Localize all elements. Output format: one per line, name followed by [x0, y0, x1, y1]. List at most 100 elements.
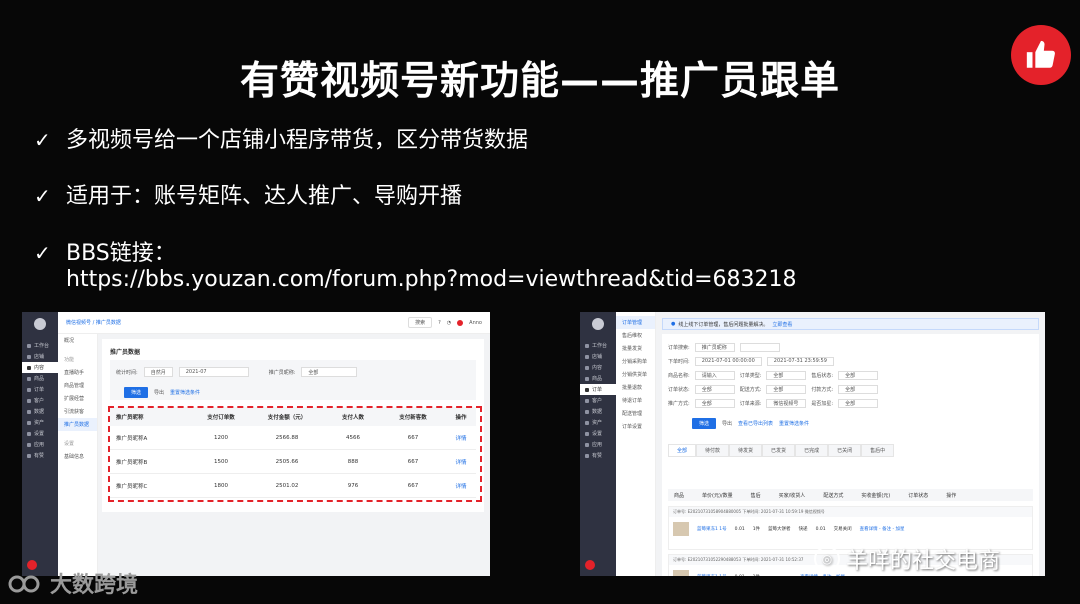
reset-filter-link[interactable]: 重置筛选条件 — [779, 420, 809, 427]
sub-nav-item[interactable]: 直播助手 — [58, 366, 97, 379]
order-tab[interactable]: 全部 — [668, 444, 697, 457]
order-card: 订单搜索: 推广员昵称 下单时间: 2021-07-01 00:00:00 2021-0… — [662, 334, 1039, 576]
side-nav-item[interactable]: 客户 — [580, 395, 616, 406]
sub-nav-item[interactable]: 分销供货单 — [616, 368, 655, 381]
order-tab[interactable]: 已完成 — [795, 444, 829, 457]
filter-select[interactable]: 全部 — [694, 398, 735, 408]
side-nav-item[interactable]: 商品 — [22, 373, 58, 384]
detail-link[interactable]: 详情 — [440, 434, 476, 442]
side-nav-item[interactable]: 设置 — [580, 428, 616, 439]
filter-select[interactable]: 全部 — [766, 384, 807, 394]
sub-nav-item[interactable]: 售后维权 — [616, 329, 655, 342]
help-icon[interactable]: ? — [438, 320, 441, 326]
side-nav-item[interactable]: 应用 — [22, 439, 58, 450]
side-nav-item[interactable]: 数据 — [22, 406, 58, 417]
filter-select[interactable] — [739, 342, 780, 352]
side-nav-item[interactable]: 客户 — [22, 395, 58, 406]
avatar[interactable] — [585, 560, 595, 570]
export-button[interactable]: 导出 — [154, 389, 164, 396]
sub-nav-group: 功能 — [64, 357, 75, 363]
side-nav-item[interactable]: 应用 — [580, 439, 616, 450]
filter-select[interactable]: 全部 — [838, 398, 879, 408]
filter-button[interactable]: 筛选 — [692, 418, 717, 429]
order-tab[interactable]: 待付款 — [696, 444, 730, 457]
filter-select[interactable]: 全部 — [694, 384, 735, 394]
side-nav-item[interactable]: 数据 — [580, 406, 616, 417]
sub-nav-item[interactable]: 分销采购单 — [616, 355, 655, 368]
side-nav-item[interactable]: 订单 — [22, 384, 58, 395]
user-name[interactable]: Anno — [469, 320, 482, 326]
sub-nav-item[interactable]: 订单设置 — [616, 420, 655, 433]
avatar[interactable] — [457, 319, 464, 326]
sub-nav-item[interactable]: 配送管理 — [616, 407, 655, 420]
sub-nav-item[interactable]: 商品管理 — [58, 379, 97, 392]
column-header[interactable]: 推广员昵称 — [110, 413, 188, 421]
filter-select[interactable]: 全部 — [766, 370, 807, 380]
filter-select[interactable]: 全部 — [838, 384, 879, 394]
product-name[interactable]: 蓝莓果冻1 1号 — [697, 574, 727, 576]
promoter-select[interactable]: 全部 — [301, 367, 358, 377]
time-mode-select[interactable]: 自然月 — [143, 367, 173, 377]
month-picker[interactable]: 2021-07 — [178, 367, 249, 377]
side-nav-item[interactable]: 资产 — [580, 417, 616, 428]
product-thumbnail[interactable] — [673, 522, 689, 536]
column-header[interactable]: 支付金额（元） — [248, 413, 320, 421]
reset-filter-link[interactable]: 重置筛选条件 — [170, 389, 200, 396]
filter-box: 统计时间: 自然月 2021-07 推广员昵称: 全部 筛选 导出 重置筛选条件 — [110, 360, 476, 400]
filter-select[interactable]: 微信视频号 — [766, 398, 807, 408]
order-tab[interactable]: 待发货 — [729, 444, 763, 457]
sub-nav-item[interactable]: 推广员数据 — [58, 418, 97, 431]
product-name[interactable]: 蓝莓果冻1 1号 — [697, 526, 727, 532]
product-thumbnail[interactable] — [673, 570, 689, 576]
order-tab[interactable]: 已关闭 — [828, 444, 862, 457]
sub-nav-item[interactable]: 待退订单 — [616, 394, 655, 407]
filter-button[interactable]: 筛选 — [124, 387, 149, 398]
nav-icon — [27, 442, 31, 447]
detail-link[interactable]: 详情 — [440, 482, 476, 490]
filter-select[interactable]: 推广员昵称 — [694, 342, 735, 352]
filter-select[interactable]: 2021-07-31 23:59:59 — [766, 356, 834, 366]
sub-nav-item[interactable]: 扩展经营 — [58, 392, 97, 405]
side-nav-item[interactable]: 工作台 — [22, 340, 58, 351]
side-nav-item[interactable]: 店铺 — [22, 351, 58, 362]
column-header[interactable]: 支付订单数 — [188, 413, 248, 421]
side-nav-item[interactable]: 店铺 — [580, 351, 616, 362]
sub-nav-item[interactable]: 订单管理 — [616, 316, 655, 329]
side-nav-item[interactable]: 工作台 — [580, 340, 616, 351]
detail-link[interactable]: 详情 — [440, 458, 476, 466]
sub-nav-item[interactable]: 批量退款 — [616, 381, 655, 394]
side-nav-item[interactable]: 商品 — [580, 373, 616, 384]
sub-nav-item[interactable]: 基础信息 — [58, 450, 97, 463]
bbs-link[interactable]: https://bbs.youzan.com/forum.php?mod=vie… — [66, 267, 797, 293]
exported-list-link[interactable]: 查看已导出列表 — [738, 420, 773, 427]
promoter-data-card: 推广员数据 统计时间: 自然月 2021-07 推广员昵称: 全部 筛选 导出 … — [102, 339, 484, 512]
side-nav-item[interactable]: 有赞 — [580, 450, 616, 461]
search-input[interactable]: 搜索 — [408, 317, 433, 328]
notice-link[interactable]: 立即查看 — [772, 321, 792, 328]
side-nav-item[interactable]: 内容 — [580, 362, 616, 373]
filter-select[interactable]: 全部 — [838, 370, 879, 380]
export-button[interactable]: 导出 — [722, 420, 732, 427]
breadcrumb[interactable]: 微信视频号 / 推广员数据 — [66, 319, 121, 326]
nav-icon — [27, 365, 31, 370]
left-topbar: 微信视频号 / 推广员数据 搜索 ? ◔ Anno — [58, 312, 490, 334]
side-nav-item[interactable]: 设置 — [22, 428, 58, 439]
column-header: 单价(元)/数量 — [702, 492, 733, 499]
filter-select[interactable]: 2021-07-01 00:00:00 — [694, 356, 762, 366]
side-nav-item[interactable]: 内容 — [22, 362, 58, 373]
sub-nav-item[interactable]: 批量发货 — [616, 342, 655, 355]
amount: 0.01 — [815, 526, 826, 532]
bell-icon[interactable]: ◔ — [447, 320, 451, 326]
column-header[interactable]: 支付人数 — [320, 413, 380, 421]
side-nav-item[interactable]: 资产 — [22, 417, 58, 428]
filter-label: 订单类型: — [739, 372, 762, 379]
order-actions[interactable]: 查看详情 - 备注 - 加星 — [860, 526, 905, 532]
order-tab[interactable]: 售后中 — [861, 444, 895, 457]
side-nav-item[interactable]: 订单 — [580, 384, 616, 395]
order-tab[interactable]: 已发货 — [762, 444, 796, 457]
sub-nav-item[interactable]: 引流获客 — [58, 405, 97, 418]
column-header[interactable]: 支付新客数 — [380, 413, 440, 421]
side-nav-item[interactable]: 有赞 — [22, 450, 58, 461]
filter-select[interactable]: 请输入 — [694, 370, 735, 380]
sub-nav-item[interactable]: 概况 — [58, 334, 97, 347]
